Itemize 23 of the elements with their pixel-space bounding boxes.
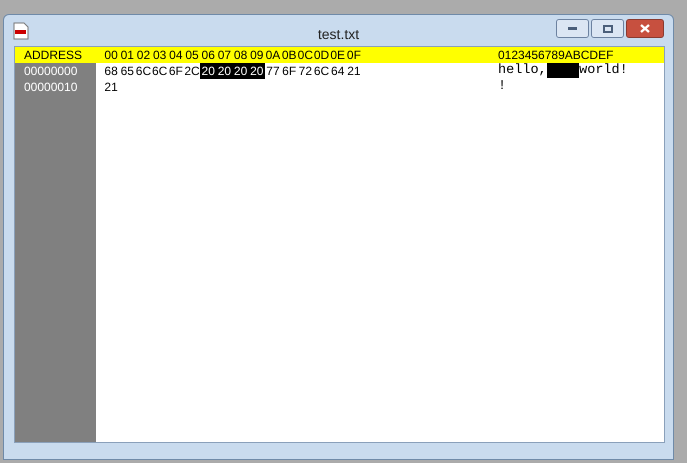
column-header: 06 [200,47,216,63]
column-header: 0E [330,47,346,63]
column-header: 09 [249,47,264,63]
row-address: 00000010 [23,79,78,95]
column-header: 01 [120,47,135,63]
column-header: 08 [232,47,248,63]
row-address: 00000000 [23,63,78,79]
ascii-text: ! [498,79,506,95]
column-header: 04 [168,47,184,63]
window-title: test.txt [318,25,360,44]
column-header: ADDRESS [23,47,84,63]
column-header: 07 [216,47,232,63]
column-header: 02 [136,47,152,63]
ascii-text: hello, world! [498,63,628,79]
column-header: 0F [346,47,362,63]
column-header: 00 [103,47,119,63]
column-header: 0B [281,47,298,63]
column-header: 0A [264,47,282,63]
column-header: 0C [297,47,314,63]
column-header: 0123456789ABCDEF [497,47,614,63]
column-header: 05 [184,47,200,63]
column-header: 0D [313,47,330,63]
column-header: 03 [152,47,168,63]
